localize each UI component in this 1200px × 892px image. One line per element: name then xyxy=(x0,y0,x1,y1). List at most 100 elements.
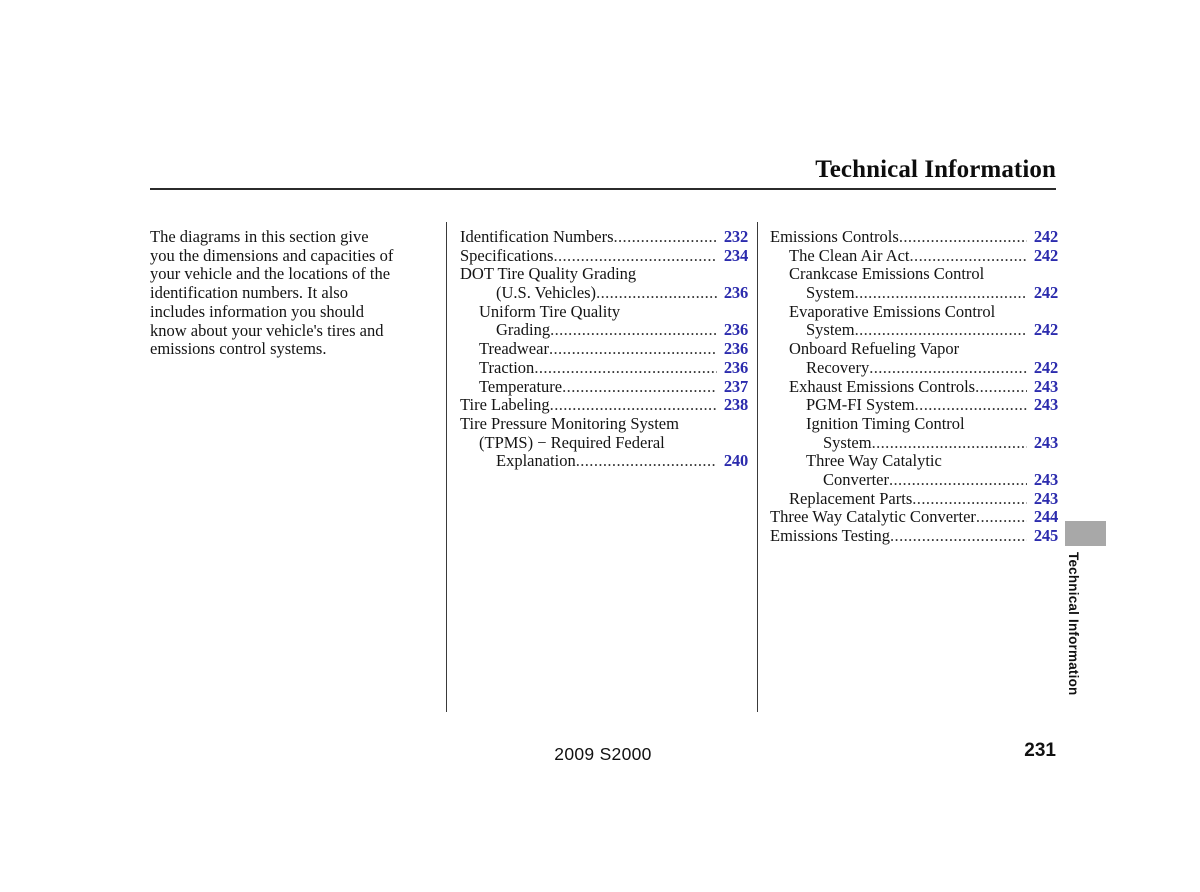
toc-entry[interactable]: Tire Pressure Monitoring System xyxy=(460,413,748,434)
page-title: Technical Information xyxy=(815,156,1056,183)
footer-page-number: 231 xyxy=(1024,740,1056,761)
toc-entry-page-number: 242 xyxy=(1033,283,1058,303)
toc-leader-dots xyxy=(596,284,717,303)
toc-entry[interactable]: Temperature 237 xyxy=(460,376,748,397)
toc-entry[interactable]: Tire Labeling 238 xyxy=(460,395,748,415)
toc-entry-page-number: 236 xyxy=(723,320,748,340)
intro-line: emissions control systems. xyxy=(150,339,327,359)
toc-entry[interactable]: Evaporative Emissions Control xyxy=(770,301,1058,322)
section-tab-label: Technical Information xyxy=(1066,552,1081,696)
toc-entry[interactable]: Exhaust Emissions Controls 243 xyxy=(770,377,1058,397)
toc-entry[interactable]: The Clean Air Act 242 xyxy=(770,245,1058,266)
toc-leader-dots xyxy=(890,527,1027,546)
toc-entry-label: (U.S. Vehicles) xyxy=(496,283,597,303)
toc-entry-label: Identification Numbers xyxy=(460,227,614,246)
toc-entry-label: Uniform Tire Quality xyxy=(479,301,621,321)
toc-entry-label: Onboard Refueling Vapor xyxy=(789,339,960,359)
toc-entry-page-number: 243 xyxy=(1033,395,1058,415)
toc-entry[interactable]: Emissions Controls 242 xyxy=(770,227,1058,247)
toc-entry-label: System xyxy=(806,320,855,340)
toc-entry-page-number: 243 xyxy=(1033,469,1058,489)
column-divider-right xyxy=(757,222,758,712)
toc-leader-dots xyxy=(576,452,717,471)
column-divider-left xyxy=(446,222,447,712)
toc-leader-dots xyxy=(915,396,1027,415)
toc-entry-label: Three Way Catalytic Converter xyxy=(770,507,976,527)
toc-entry-label: Crankcase Emissions Control xyxy=(789,264,985,284)
toc-entry[interactable]: Identification Numbers 232 xyxy=(460,227,748,247)
intro-line: you the dimensions and capacities of xyxy=(150,245,394,265)
toc-leader-dots xyxy=(534,359,717,378)
toc-leader-dots xyxy=(614,228,718,247)
intro-line: identification numbers. It also xyxy=(150,283,348,303)
toc-leader-dots xyxy=(899,228,1027,247)
toc-entry-label: System xyxy=(823,432,872,452)
intro-line: know about your vehicle's tires and xyxy=(150,320,384,340)
toc-entry-label: Replacement Parts xyxy=(789,488,913,508)
toc-entry-page-number: 236 xyxy=(723,357,748,377)
toc-entry-label: Converter xyxy=(823,469,889,489)
toc-entry[interactable]: Uniform Tire Quality xyxy=(460,301,748,322)
toc-column-middle: Identification Numbers 232Specifications … xyxy=(460,227,748,471)
toc-entry-page-number: 236 xyxy=(723,283,748,303)
toc-leader-dots xyxy=(889,471,1027,490)
toc-entry-label: PGM-FI System xyxy=(806,395,915,415)
toc-entry-label: System xyxy=(806,283,855,303)
toc-leader-dots xyxy=(549,340,717,359)
toc-entry[interactable]: Grading 236 xyxy=(460,321,748,340)
toc-entry[interactable]: PGM-FI System 243 xyxy=(770,395,1058,415)
toc-entry-label: Ignition Timing Control xyxy=(806,413,965,433)
toc-leader-dots xyxy=(562,378,717,397)
toc-entry[interactable]: Specifications 234 xyxy=(460,245,748,266)
toc-leader-dots xyxy=(553,247,717,266)
toc-entry[interactable]: System 242 xyxy=(770,321,1058,340)
section-tab-marker xyxy=(1065,521,1106,546)
toc-entry-page-number: 234 xyxy=(723,245,748,265)
toc-leader-dots xyxy=(910,247,1027,266)
toc-entry-page-number: 244 xyxy=(1033,507,1058,527)
toc-leader-dots xyxy=(550,396,717,415)
toc-entry[interactable]: Converter 243 xyxy=(770,469,1058,490)
toc-leader-dots xyxy=(855,284,1027,303)
toc-entry-label: Treadwear xyxy=(479,339,549,359)
toc-entry-label: Recovery xyxy=(806,357,870,377)
toc-leader-dots xyxy=(869,359,1027,378)
intro-line: includes information you should xyxy=(150,301,365,321)
toc-entry-label: Grading xyxy=(496,320,551,340)
toc-entry-label: Temperature xyxy=(479,376,563,396)
toc-entry-page-number: 242 xyxy=(1033,227,1058,246)
toc-leader-dots xyxy=(912,490,1027,509)
toc-entry[interactable]: Crankcase Emissions Control xyxy=(770,265,1058,284)
toc-entry-label: Evaporative Emissions Control xyxy=(789,301,996,321)
toc-entry[interactable]: (TPMS) − Required Federal xyxy=(460,433,748,453)
toc-entry[interactable]: Ignition Timing Control xyxy=(770,413,1058,434)
toc-entry-label: Emissions Controls xyxy=(770,227,899,246)
toc-entry[interactable]: Recovery 242 xyxy=(770,357,1058,378)
intro-line: The diagrams in this section give xyxy=(150,227,369,246)
toc-entry[interactable]: Replacement Parts 243 xyxy=(770,488,1058,509)
intro-paragraph: The diagrams in this section give you the… xyxy=(150,227,428,359)
toc-entry[interactable]: DOT Tire Quality Grading xyxy=(460,265,748,284)
toc-entry[interactable]: Explanation 240 xyxy=(460,452,748,471)
toc-entry[interactable]: Three Way Catalytic xyxy=(770,452,1058,471)
toc-entry[interactable]: (U.S. Vehicles) 236 xyxy=(460,283,748,303)
toc-entry-page-number: 243 xyxy=(1033,488,1058,508)
toc-entry[interactable]: System 243 xyxy=(770,432,1058,453)
toc-entry-label: Three Way Catalytic xyxy=(806,451,942,471)
toc-entry-label: Tire Pressure Monitoring System xyxy=(460,413,679,433)
toc-entry-page-number: 245 xyxy=(1033,526,1058,545)
toc-entry-page-number: 237 xyxy=(723,376,748,396)
toc-entry-page-number: 240 xyxy=(723,451,748,471)
toc-entry-label: Specifications xyxy=(460,245,554,265)
toc-entry[interactable]: Treadwear 236 xyxy=(460,339,748,359)
toc-leader-dots xyxy=(855,321,1027,340)
toc-entry[interactable]: Emissions Testing 245 xyxy=(770,526,1058,546)
toc-entry[interactable]: System 242 xyxy=(770,283,1058,303)
toc-entry-label: DOT Tire Quality Grading xyxy=(460,264,637,284)
header-divider-rule xyxy=(150,188,1056,190)
toc-leader-dots xyxy=(550,321,717,340)
toc-entry[interactable]: Three Way Catalytic Converter 244 xyxy=(770,508,1058,527)
toc-entry-page-number: 242 xyxy=(1033,245,1058,265)
toc-entry[interactable]: Traction 236 xyxy=(460,357,748,378)
toc-entry[interactable]: Onboard Refueling Vapor xyxy=(770,339,1058,359)
